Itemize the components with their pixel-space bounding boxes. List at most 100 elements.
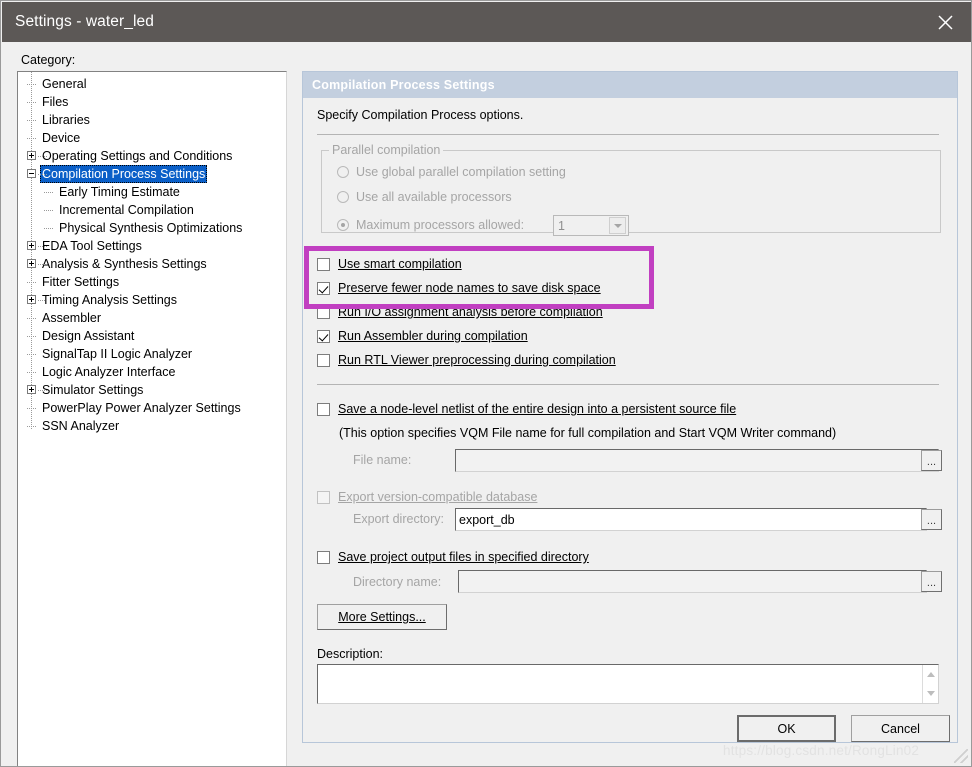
tree-item-logic-analyzer-interface[interactable]: Logic Analyzer Interface [18, 363, 286, 381]
description-textarea[interactable] [317, 664, 939, 704]
expand-icon[interactable] [27, 151, 36, 160]
tree-item-timing-analysis-settings[interactable]: Timing Analysis Settings [18, 291, 286, 309]
tree-item-label: Analysis & Synthesis Settings [42, 257, 207, 271]
tree-item-label: SSN Analyzer [42, 419, 120, 433]
tree-item-label: Early Timing Estimate [59, 185, 180, 199]
radio-max-processors[interactable]: Maximum processors allowed: [337, 218, 524, 232]
tree-item-label: Libraries [42, 113, 90, 127]
checkbox-indicator [317, 490, 330, 504]
tree-connector [27, 426, 36, 427]
checkbox-run-rtl-viewer[interactable]: Run RTL Viewer preprocessing during comp… [317, 353, 616, 367]
directory-name-browse-button[interactable]: ... [921, 571, 942, 592]
chevron-down-icon[interactable] [609, 217, 626, 234]
tree-item-label: Device [42, 131, 81, 145]
expand-icon[interactable] [27, 241, 36, 250]
tree-item-design-assistant[interactable]: Design Assistant [18, 327, 286, 345]
tree-item-assembler[interactable]: Assembler [18, 309, 286, 327]
checkbox-label: Run I/O assignment analysis before compi… [338, 305, 603, 319]
tree-item-libraries[interactable]: Libraries [18, 111, 286, 129]
description-scrollbar[interactable] [922, 665, 938, 703]
cancel-button[interactable]: Cancel [851, 715, 950, 742]
checkbox-preserve-fewer-node-names[interactable]: Preserve fewer node names to save disk s… [317, 281, 601, 295]
radio-label: Use global parallel compilation setting [356, 165, 566, 179]
checkbox-indicator [317, 257, 330, 271]
tree-item-signaltap-ii-logic-analyzer[interactable]: SignalTap II Logic Analyzer [18, 345, 286, 363]
tree-connector [27, 408, 36, 409]
directory-name-input[interactable] [458, 570, 927, 593]
netlist-note: (This option specifies VQM File name for… [339, 426, 837, 440]
tree-connector [38, 246, 47, 247]
panel-title: Compilation Process Settings [303, 72, 957, 98]
tree-item-label: PowerPlay Power Analyzer Settings [42, 401, 241, 415]
checkbox-label: Run RTL Viewer preprocessing during comp… [338, 353, 616, 367]
tree-item-files[interactable]: Files [18, 93, 286, 111]
tree-connector [27, 318, 36, 319]
checkbox-run-assembler[interactable]: Run Assembler during compilation [317, 329, 528, 343]
dialog-body: Category: General Files Libraries Device Ope… [2, 42, 971, 766]
more-settings-button[interactable]: More Settings... [317, 604, 447, 630]
checkbox-save-project-output-files[interactable]: Save project output files in specified d… [317, 550, 589, 564]
tree-connector [27, 336, 36, 337]
expand-icon[interactable] [27, 259, 36, 268]
tree-item-early-timing-estimate[interactable]: Early Timing Estimate [18, 183, 286, 201]
category-tree[interactable]: General Files Libraries Device Operating Set… [17, 71, 287, 766]
collapse-icon[interactable] [27, 169, 36, 178]
radio-indicator [337, 191, 349, 203]
tree-item-device[interactable]: Device [18, 129, 286, 147]
cancel-label: Cancel [881, 721, 920, 736]
export-directory-browse-button[interactable]: ... [921, 509, 942, 530]
radio-label: Maximum processors allowed: [356, 218, 525, 232]
resize-grip[interactable] [954, 749, 968, 763]
radio-label: Use all available processors [356, 190, 512, 204]
ok-button[interactable]: OK [737, 715, 836, 742]
checkbox-indicator [317, 550, 330, 564]
tree-connector [44, 192, 53, 193]
tree-item-label: SignalTap II Logic Analyzer [42, 347, 193, 361]
checkbox-indicator [317, 329, 330, 343]
tree-item-label: EDA Tool Settings [42, 239, 142, 253]
tree-connector [38, 174, 47, 175]
tree-item-label: Physical Synthesis Optimizations [59, 221, 243, 235]
radio-indicator [337, 219, 349, 231]
tree-item-ssn-analyzer[interactable]: SSN Analyzer [18, 417, 286, 435]
settings-dialog-window: Settings - water_led Category: General Fi… [0, 0, 972, 767]
expand-icon[interactable] [27, 385, 36, 394]
checkbox-label: Save a node-level netlist of the entire … [338, 402, 737, 416]
checkbox-save-node-level-netlist[interactable]: Save a node-level netlist of the entire … [317, 402, 736, 416]
checkbox-label: Export version-compatible database [338, 490, 538, 504]
close-icon[interactable] [918, 2, 971, 42]
tree-item-label: General [42, 77, 87, 91]
chevron-down-icon[interactable] [926, 691, 935, 696]
chevron-up-icon[interactable] [926, 672, 935, 677]
max-processors-dropdown[interactable]: 1 [553, 215, 629, 236]
file-name-browse-button[interactable]: ... [921, 450, 942, 471]
panel-intro-text: Specify Compilation Process options. [317, 108, 524, 122]
checkbox-run-io-assignment-analysis[interactable]: Run I/O assignment analysis before compi… [317, 305, 603, 319]
tree-connector [27, 282, 36, 283]
tree-item-general[interactable]: General [18, 75, 286, 93]
export-directory-input[interactable]: export_db [455, 508, 927, 531]
tree-item-physical-synthesis-optimizations[interactable]: Physical Synthesis Optimizations [18, 219, 286, 237]
checkbox-label: Run Assembler during compilation [338, 329, 528, 343]
radio-use-global-parallel[interactable]: Use global parallel compilation setting [337, 165, 566, 179]
tree-connector [27, 372, 36, 373]
tree-item-analysis-synthesis-settings[interactable]: Analysis & Synthesis Settings [18, 255, 286, 273]
tree-connector [27, 120, 36, 121]
tree-item-operating-settings-and-conditions[interactable]: Operating Settings and Conditions [18, 147, 286, 165]
window-title: Settings - water_led [15, 13, 154, 30]
tree-connector [38, 300, 47, 301]
tree-connector [38, 390, 47, 391]
tree-item-compilation-process-settings[interactable]: Compilation Process Settings [18, 165, 286, 183]
checkbox-export-version-compatible-db[interactable]: Export version-compatible database [317, 490, 537, 504]
tree-item-eda-tool-settings[interactable]: EDA Tool Settings [18, 237, 286, 255]
radio-use-all-processors[interactable]: Use all available processors [337, 190, 512, 204]
tree-item-simulator-settings[interactable]: Simulator Settings [18, 381, 286, 399]
file-name-label: File name: [353, 453, 412, 467]
tree-item-powerplay-power-analyzer-settings[interactable]: PowerPlay Power Analyzer Settings [18, 399, 286, 417]
tree-item-fitter-settings[interactable]: Fitter Settings [18, 273, 286, 291]
file-name-input[interactable] [455, 449, 939, 472]
tree-item-incremental-compilation[interactable]: Incremental Compilation [18, 201, 286, 219]
checkbox-use-smart-compilation[interactable]: Use smart compilation [317, 257, 462, 271]
expand-icon[interactable] [27, 295, 36, 304]
tree-connector [27, 102, 36, 103]
